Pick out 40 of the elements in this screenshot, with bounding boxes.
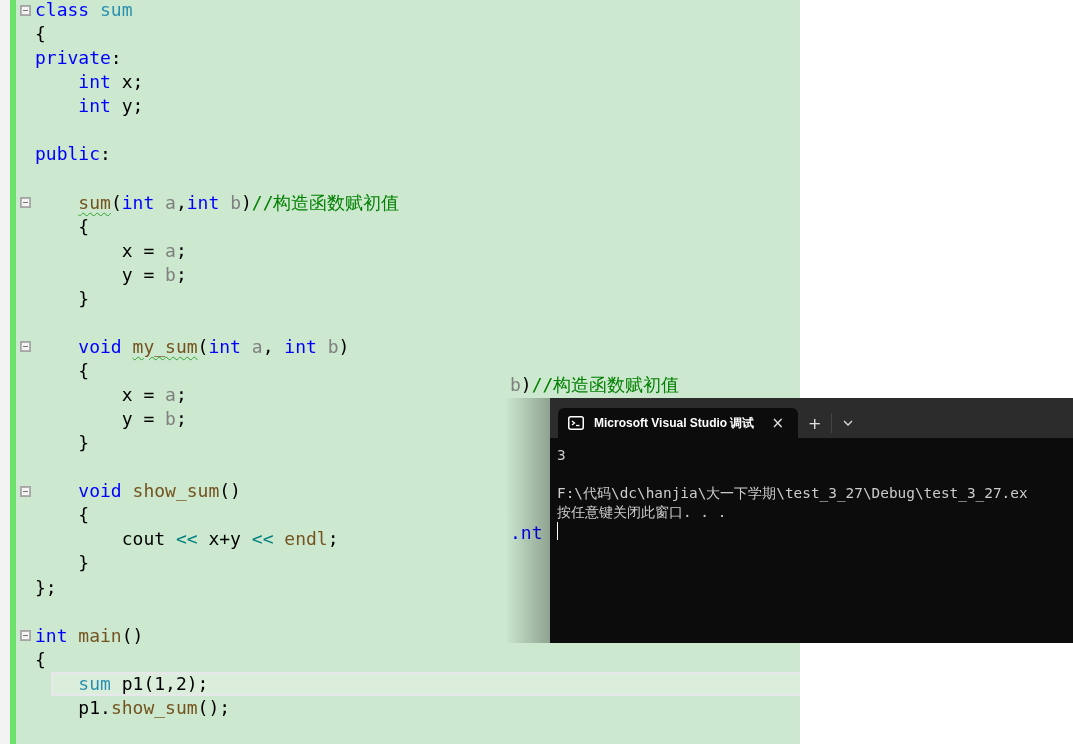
code-line: int x; (77, 70, 144, 95)
code-line: } (77, 286, 90, 311)
code-line: public: (35, 142, 111, 167)
code-line: y = b; (120, 262, 187, 287)
terminal-tab[interactable]: Microsoft Visual Studio 调试 × (558, 408, 798, 438)
collapse-icon[interactable] (20, 630, 31, 642)
code-line: p1.show_sum(); (77, 695, 231, 720)
console-output: F:\代码\dc\hanjia\大一下学期\test_3_27\Debug\test_3_27.ex (557, 484, 1029, 503)
code-line: x = a; (120, 238, 187, 263)
collapse-icon[interactable] (20, 485, 31, 497)
collapse-icon[interactable] (20, 197, 31, 209)
collapse-icon[interactable] (20, 341, 31, 353)
code-line: sum p1(1,2); (77, 671, 209, 696)
code-fragment: .nt (510, 521, 543, 545)
code-line: }; (35, 575, 57, 600)
code-line: { (35, 22, 46, 47)
code-line: class sum (35, 0, 133, 23)
code-line: } (77, 431, 90, 456)
code-fragment: b)//构造函数赋初值 (510, 373, 680, 397)
code-line: cout << x+y << endl; (120, 527, 339, 552)
code-line: int main() (35, 623, 144, 648)
code-line: y = b; (120, 407, 187, 432)
code-line: } (77, 551, 90, 576)
text-cursor (557, 522, 558, 540)
new-tab-button[interactable]: + (804, 411, 826, 435)
console-output: 按任意键关闭此窗口. . . (557, 503, 728, 522)
console-output: 3 (557, 446, 567, 465)
code-line: void show_sum() (77, 479, 241, 504)
code-line: int y; (77, 94, 144, 119)
code-line: { (77, 214, 90, 239)
code-line: void my_sum(int a, int b) (77, 334, 350, 359)
code-line: { (77, 358, 90, 383)
code-line: private: (35, 46, 122, 71)
close-tab-button[interactable]: × (767, 411, 788, 435)
code-line: { (35, 647, 46, 672)
terminal-icon (568, 416, 584, 430)
collapse-icon[interactable] (20, 4, 31, 16)
code-line: { (77, 503, 90, 528)
code-line: x = a; (120, 383, 187, 408)
code-line: sum(int a,int b)//构造函数赋初值 (77, 190, 400, 215)
